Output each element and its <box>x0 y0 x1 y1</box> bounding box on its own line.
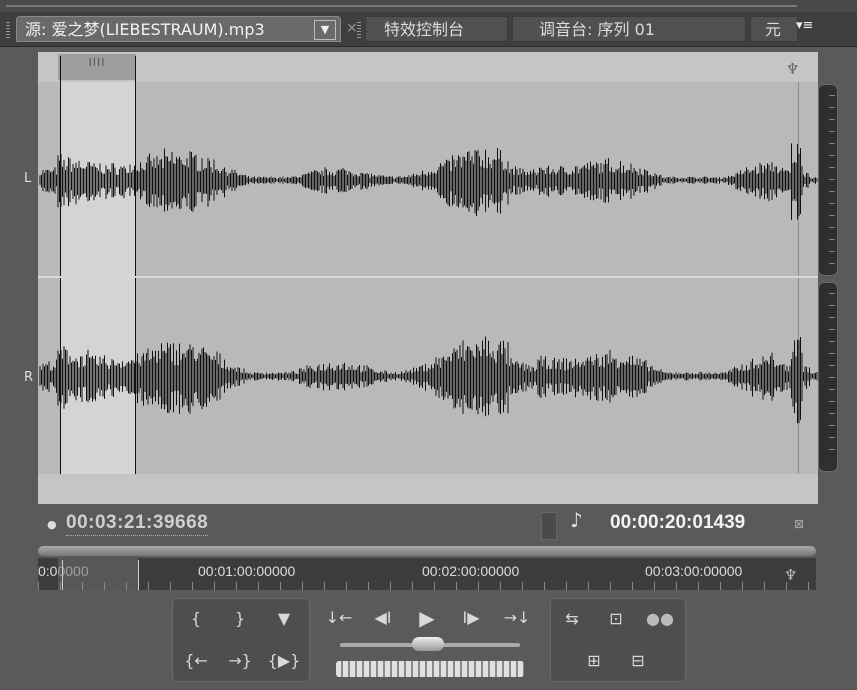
channel-label-left: L <box>24 171 32 186</box>
lock-icon[interactable] <box>541 512 557 540</box>
output-button[interactable]: ●● <box>643 607 677 631</box>
step-forward-button[interactable]: I▶ <box>454 606 488 630</box>
ruler-ticks <box>38 582 816 590</box>
marker-icon[interactable]: ♆ <box>786 60 799 78</box>
insert-button[interactable]: ⊞ <box>577 649 611 673</box>
waveform-path <box>39 336 818 424</box>
timeline-in-line <box>62 560 63 590</box>
waveform-path <box>39 143 818 220</box>
source-dropdown-button[interactable]: ▼ <box>314 20 336 40</box>
ruler-mark: 00:01:00:00000 <box>198 563 296 579</box>
zoom-bar-right-channel[interactable] <box>818 282 838 472</box>
timeline-end-marker-icon[interactable]: ♆ <box>784 566 797 584</box>
selection-handle[interactable]: IIII <box>58 54 136 80</box>
panel-menu-icon[interactable]: ▾≡ <box>796 18 813 33</box>
duration-timecode: 00:00:20:01439 <box>610 512 746 533</box>
top-strip <box>0 0 857 12</box>
tab-source[interactable]: 源: 爱之梦(LIEBESTRAUM).mp3 ▼ <box>16 16 341 42</box>
tab-close-icon[interactable]: × <box>346 21 358 35</box>
step-forward-marker-button[interactable]: →↓ <box>500 606 534 630</box>
selection-handle-grip: IIII <box>88 56 106 69</box>
step-back-marker-button[interactable]: ↓← <box>322 606 356 630</box>
panel-grip-icon[interactable] <box>357 22 361 38</box>
mark-out-button[interactable]: } <box>223 607 257 631</box>
play-button[interactable]: ▶ <box>410 606 444 630</box>
playhead-dot-icon: ● <box>47 518 57 531</box>
current-timecode[interactable]: 00:03:21:39668 <box>66 511 209 536</box>
step-back-button[interactable]: ◀I <box>366 606 400 630</box>
loop-button[interactable]: ⇆ <box>555 607 589 631</box>
zoom-scrollbar[interactable] <box>38 546 816 556</box>
ruler-mark: 00:03:00:00000 <box>645 563 743 579</box>
tab-audio-mixer[interactable]: 调音台: 序列 01 <box>512 16 746 42</box>
channel-label-right: R <box>24 370 34 385</box>
waveform-footer <box>38 474 818 504</box>
go-to-in-button[interactable]: {← <box>179 649 213 673</box>
mark-in-button[interactable]: { <box>179 607 213 631</box>
output-controls-panel: ⇆ ⊡ ●● ⊞ ⊟ <box>550 598 686 682</box>
waveform-left-channel <box>39 143 818 220</box>
jog-wheel[interactable] <box>336 661 524 677</box>
tab-effects-controls[interactable]: 特效控制台 <box>365 16 508 42</box>
safe-margins-button[interactable]: ⊡ <box>599 607 633 631</box>
tab-source-label: 源: 爱之梦(LIEBESTRAUM).mp3 <box>25 20 265 39</box>
tab-metadata[interactable]: 元 <box>750 16 798 42</box>
play-in-to-out-button[interactable]: {▶} <box>267 649 301 673</box>
panel-grip-icon[interactable] <box>6 22 10 38</box>
zoom-bar-left-channel[interactable] <box>818 84 838 276</box>
ruler-mark: 00:02:00:00000 <box>422 563 520 579</box>
tab-bar: 源: 爱之梦(LIEBESTRAUM).mp3 ▼ × 特效控制台 调音台: 序… <box>0 12 857 47</box>
overlay-button[interactable]: ⊟ <box>621 649 655 673</box>
vertical-zoom-bar[interactable] <box>818 82 838 474</box>
go-to-out-button[interactable]: →} <box>223 649 257 673</box>
timeline-out-line <box>138 560 139 590</box>
marker-controls-panel: { } ▼ {← →} {▶} <box>172 598 310 682</box>
shuttle-knob[interactable] <box>412 637 444 651</box>
set-marker-button[interactable]: ▼ <box>267 607 301 631</box>
expand-icon[interactable]: ⊠ <box>794 517 804 531</box>
waveform-svg <box>39 143 818 424</box>
waveform-ruler[interactable] <box>38 52 818 82</box>
audio-note-icon[interactable]: ♪ <box>570 508 583 532</box>
waveform-right-channel <box>39 336 818 424</box>
